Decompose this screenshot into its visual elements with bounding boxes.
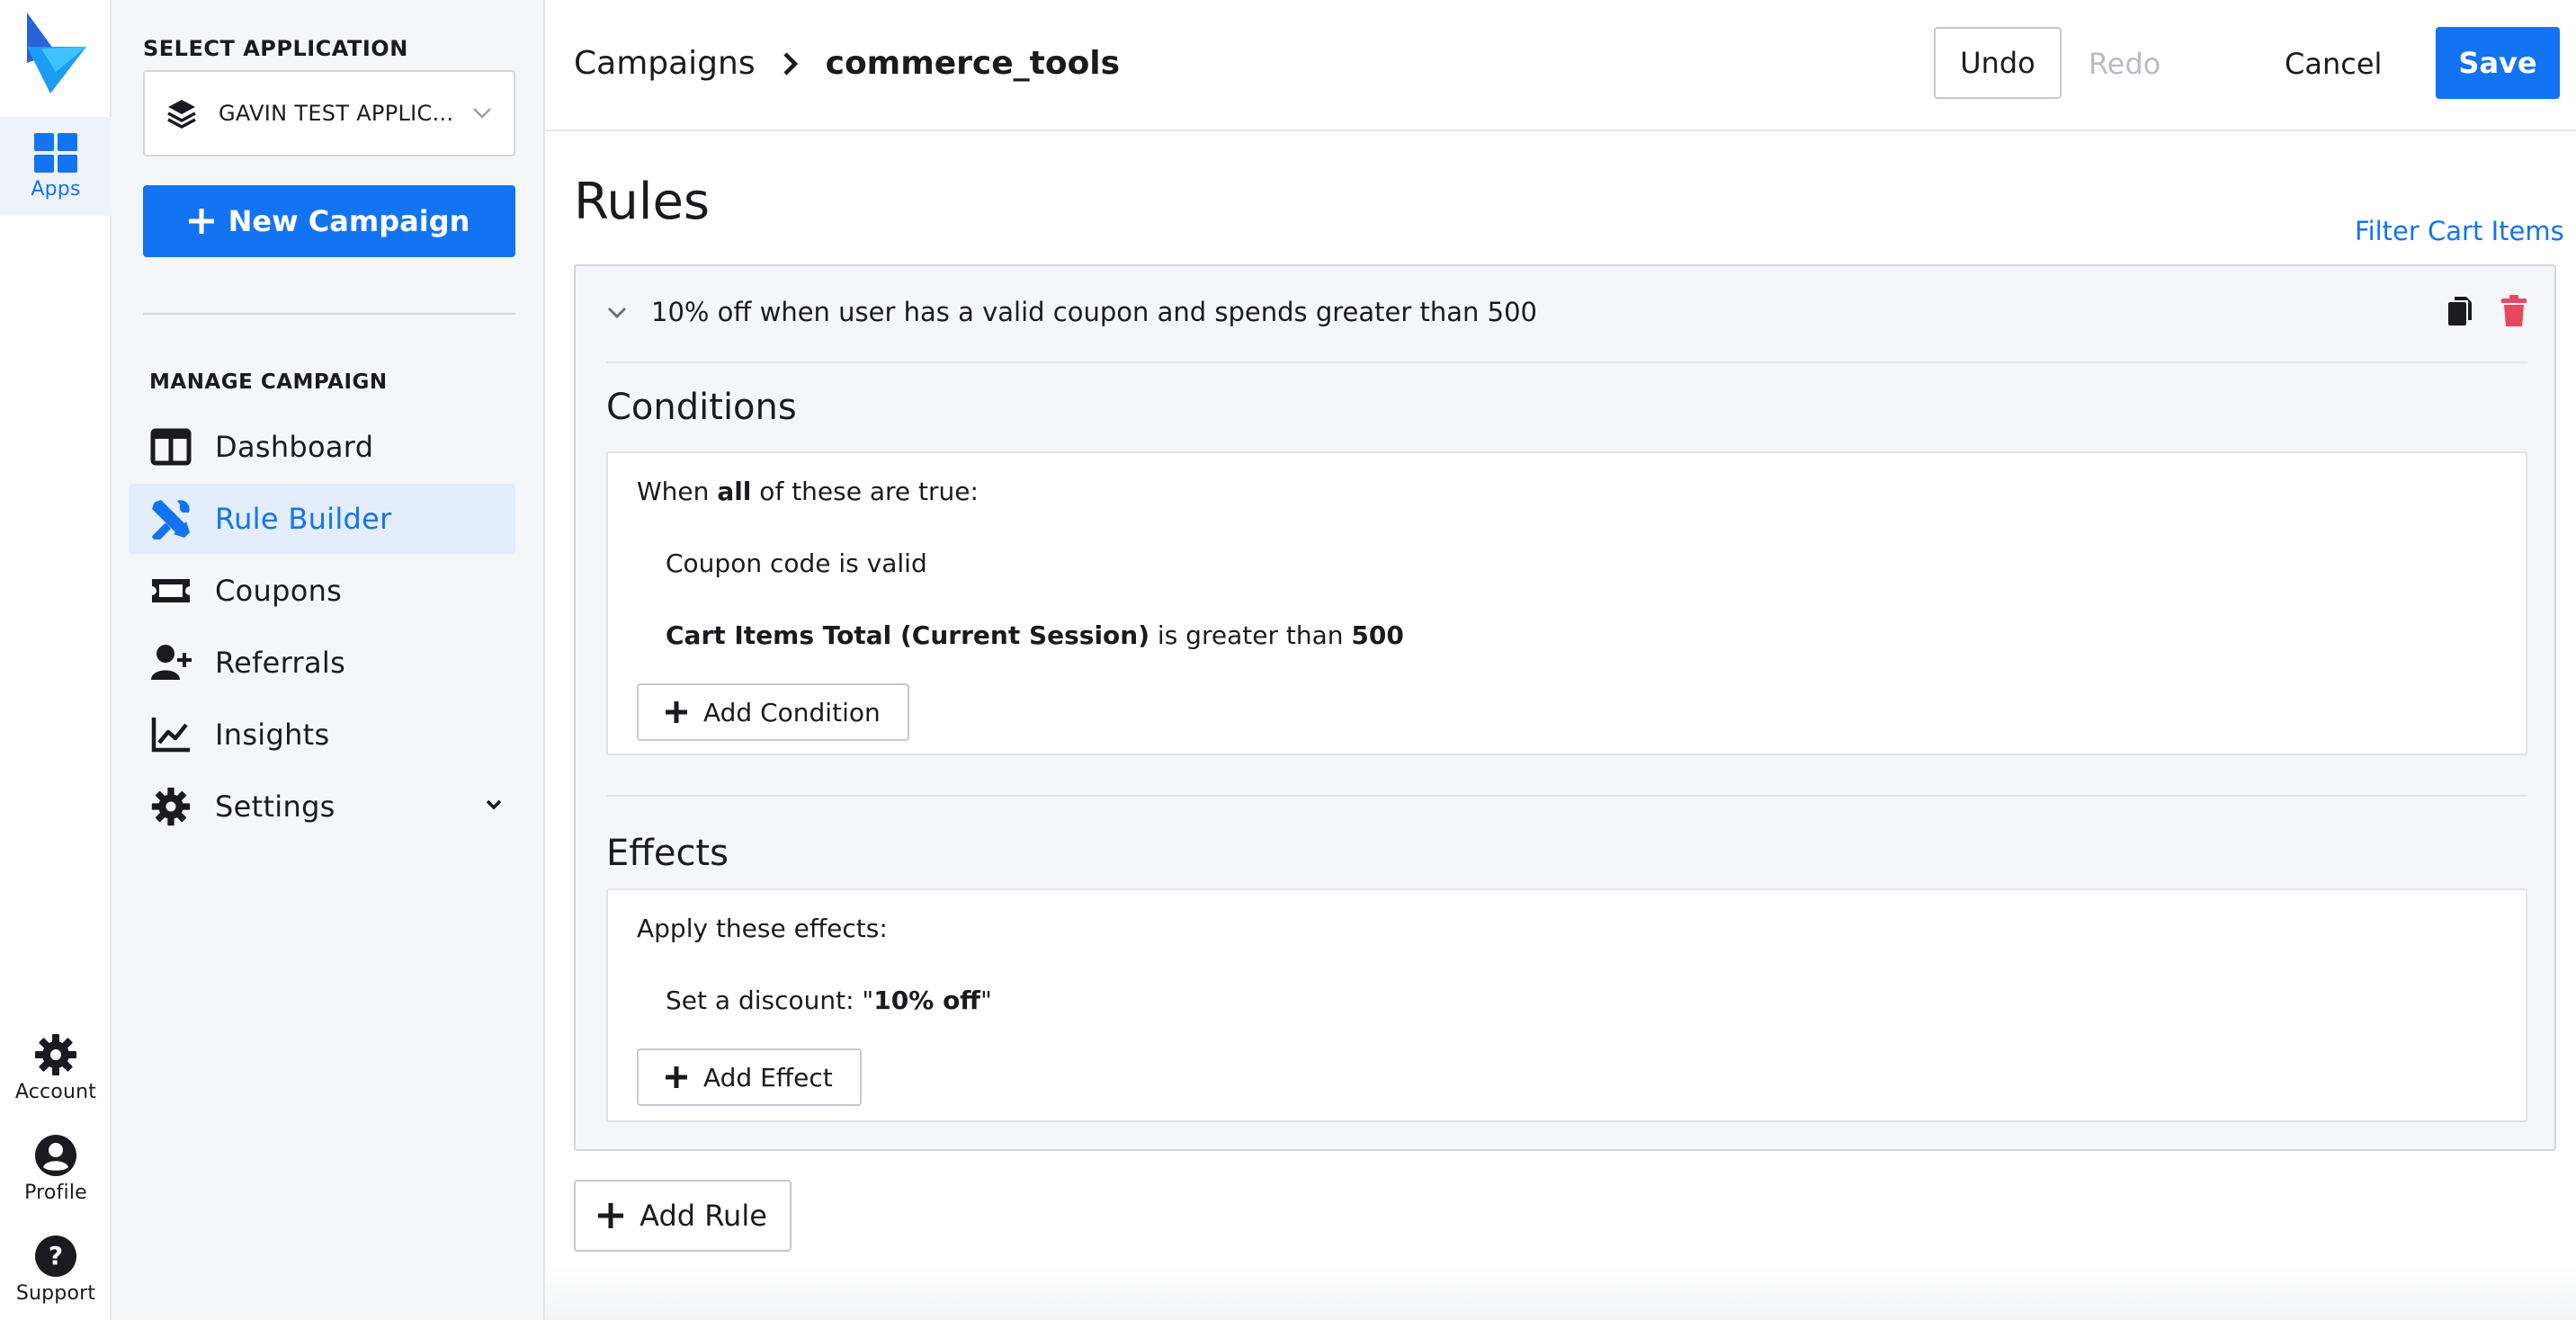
rail-support-button[interactable]: ? Support bbox=[0, 1234, 112, 1305]
ticket-icon bbox=[152, 579, 190, 602]
add-condition-button[interactable]: Add Condition bbox=[637, 683, 909, 741]
condition-item[interactable]: Coupon code is valid bbox=[666, 549, 927, 578]
side-nav: SELECT APPLICATION GAVIN TEST APPLIC... … bbox=[112, 0, 545, 1320]
nav-item-referrals[interactable]: Referrals bbox=[129, 628, 515, 698]
user-plus-icon bbox=[151, 645, 192, 680]
chevron-down-icon[interactable] bbox=[485, 798, 503, 811]
breadcrumb-current: commerce_tools bbox=[825, 45, 1121, 82]
tools-icon bbox=[152, 500, 190, 540]
save-button[interactable]: Save bbox=[2436, 27, 2560, 99]
bottom-fade bbox=[545, 1266, 2576, 1320]
rule-title: 10% off when user has a valid coupon and… bbox=[651, 297, 1537, 327]
gear-icon bbox=[35, 1034, 76, 1075]
rail-account-label: Account bbox=[14, 1081, 97, 1103]
application-select[interactable]: GAVIN TEST APPLIC... bbox=[143, 70, 515, 156]
nav-item-dashboard[interactable]: Dashboard bbox=[129, 412, 515, 482]
copy-icon[interactable] bbox=[2446, 295, 2473, 327]
conditions-intro: When all of these are true: bbox=[637, 477, 979, 506]
trash-icon[interactable] bbox=[2500, 295, 2527, 327]
top-bar: Campaigns commerce_tools Undo Redo Cance… bbox=[545, 0, 2576, 131]
conditions-match-mode[interactable]: all bbox=[717, 477, 751, 506]
plus-icon bbox=[188, 209, 214, 234]
nav-label-rule-builder: Rule Builder bbox=[215, 502, 392, 536]
nav-label-insights: Insights bbox=[215, 718, 330, 752]
breadcrumb: Campaigns commerce_tools bbox=[574, 45, 1120, 82]
add-rule-button[interactable]: Add Rule bbox=[574, 1180, 792, 1252]
nav-item-coupons[interactable]: Coupons bbox=[129, 556, 515, 626]
add-effect-button[interactable]: Add Effect bbox=[637, 1048, 862, 1106]
question-circle-icon: ? bbox=[35, 1235, 76, 1277]
dashboard-icon bbox=[150, 428, 192, 466]
rail-support-label: Support bbox=[15, 1282, 96, 1305]
nav-label-settings: Settings bbox=[215, 789, 335, 824]
select-application-label: SELECT APPLICATION bbox=[143, 36, 408, 61]
layers-icon bbox=[167, 100, 196, 129]
brand-logo-icon bbox=[27, 13, 86, 94]
rail-apps-button[interactable]: Apps bbox=[0, 117, 112, 216]
rule-header[interactable]: 10% off when user has a valid coupon and… bbox=[576, 266, 2554, 363]
undo-button[interactable]: Undo bbox=[1934, 27, 2062, 99]
nav-label-referrals: Referrals bbox=[215, 646, 346, 680]
plus-icon bbox=[666, 1066, 687, 1088]
rail-profile-label: Profile bbox=[24, 1182, 87, 1204]
nav-item-settings[interactable]: Settings bbox=[129, 771, 515, 842]
gear-icon bbox=[151, 787, 191, 826]
new-campaign-button[interactable]: New Campaign bbox=[143, 185, 515, 257]
apps-grid-icon bbox=[34, 133, 77, 173]
nav-item-rule-builder[interactable]: Rule Builder bbox=[129, 484, 515, 554]
effects-panel: Apply these effects: Set a discount: "10… bbox=[606, 888, 2527, 1122]
effects-intro: Apply these effects: bbox=[637, 914, 888, 943]
manage-campaign-label: MANAGE CAMPAIGN bbox=[149, 370, 388, 394]
breadcrumb-campaigns[interactable]: Campaigns bbox=[574, 45, 756, 82]
rail-account-button[interactable]: Account bbox=[0, 1032, 112, 1103]
nav-item-insights[interactable]: Insights bbox=[129, 700, 515, 770]
selected-application-name: GAVIN TEST APPLIC... bbox=[219, 101, 454, 126]
redo-button[interactable]: Redo bbox=[2089, 47, 2160, 81]
nav-divider bbox=[143, 313, 515, 315]
new-campaign-label: New Campaign bbox=[228, 204, 470, 238]
rail-apps-label: Apps bbox=[31, 178, 81, 201]
condition-item[interactable]: Cart Items Total (Current Session) is gr… bbox=[666, 620, 1404, 650]
page-title: Rules bbox=[574, 173, 711, 231]
chart-line-icon bbox=[151, 718, 190, 753]
chevron-right-icon bbox=[783, 51, 798, 76]
plus-icon bbox=[666, 701, 687, 723]
rule-card: 10% off when user has a valid coupon and… bbox=[574, 264, 2556, 1151]
nav-label-coupons: Coupons bbox=[215, 574, 343, 608]
effect-item[interactable]: Set a discount: "10% off" bbox=[666, 986, 992, 1015]
rail-profile-button[interactable]: Profile bbox=[0, 1133, 112, 1204]
filter-cart-items-link[interactable]: Filter Cart Items bbox=[2355, 216, 2564, 246]
cancel-button[interactable]: Cancel bbox=[2285, 47, 2382, 81]
chevron-down-icon[interactable] bbox=[606, 306, 628, 320]
conditions-panel: When all of these are true: Coupon code … bbox=[606, 451, 2527, 755]
plus-icon bbox=[598, 1203, 624, 1228]
chevron-down-icon bbox=[473, 108, 491, 119]
svg-text:?: ? bbox=[49, 1241, 63, 1271]
app-rail: Apps Account Profile ? Support bbox=[0, 0, 112, 1320]
effects-heading: Effects bbox=[606, 833, 729, 874]
rule-divider bbox=[606, 361, 2527, 363]
user-circle-icon bbox=[35, 1135, 76, 1176]
section-divider bbox=[606, 795, 2527, 797]
nav-label-dashboard: Dashboard bbox=[215, 430, 374, 464]
conditions-heading: Conditions bbox=[606, 387, 797, 428]
